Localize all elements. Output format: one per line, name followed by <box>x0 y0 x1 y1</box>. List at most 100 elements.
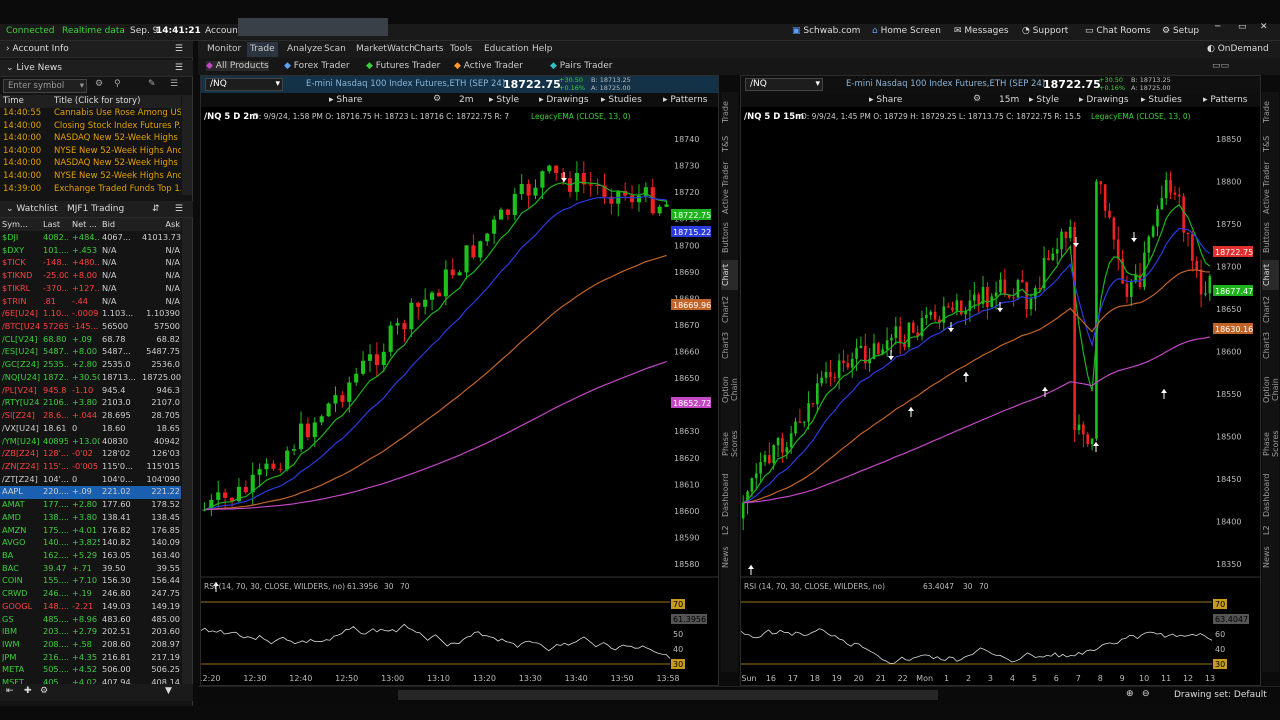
filter-icon[interactable]: ⚲ <box>114 79 121 89</box>
news-time-header[interactable]: Time <box>3 96 24 106</box>
menu-education[interactable]: Education <box>484 44 529 54</box>
patterns-button[interactable]: ▸ Patterns <box>1203 95 1247 105</box>
table-row[interactable]: /YM[U24] 40895 +13.00 40830 40942 <box>0 436 181 449</box>
submenu-item[interactable]: ◆ All Products <box>206 61 269 71</box>
menu-analyze[interactable]: Analyze <box>287 44 322 54</box>
zoom-in-icon[interactable]: ⊕ <box>1126 689 1134 699</box>
side-tab[interactable]: News <box>721 542 738 572</box>
table-row[interactable]: /BTC[U24] 57265 -145... 56500 57500 <box>0 321 181 334</box>
wl-col-header[interactable]: Bid <box>102 219 140 229</box>
side-tab[interactable]: Chart <box>1262 260 1279 290</box>
wl-col-header[interactable]: Sym... <box>2 219 40 229</box>
support-button[interactable]: ◔ Support <box>1022 26 1068 36</box>
table-row[interactable]: /ZN[Z24] 115'... -0'005 115'0... 115'015 <box>0 461 181 474</box>
news-title[interactable]: Closing Stock Index Futures P... <box>54 121 181 131</box>
wl-col-header[interactable]: Last <box>43 219 68 229</box>
price-chart[interactable]: /NQ 5 D 15mD: 9/9/24, 1:45 PM O: 18729 H… <box>741 107 1260 685</box>
pencil-icon[interactable]: ✎ <box>148 79 156 89</box>
horizontal-scrollbar[interactable] <box>398 690 938 700</box>
table-row[interactable]: /ZT[Z24] 104'... 0 104'0... 104'090 <box>0 474 181 487</box>
share-button[interactable]: ▸ Share <box>869 95 902 105</box>
sort-icon[interactable]: ⇵ <box>152 204 160 214</box>
ondemand-button[interactable]: ◐ OnDemand <box>1207 44 1269 54</box>
side-tab[interactable]: Chart2 <box>721 292 738 326</box>
table-row[interactable]: /CL[V24] 68.80 +.09 68.78 68.82 <box>0 334 181 347</box>
side-tab[interactable]: Phase Scores <box>721 418 739 470</box>
table-row[interactable]: /ZB[Z24] 128'... -0'02 128'02 126'03 <box>0 448 181 461</box>
settings-gear-icon[interactable]: ⚙ <box>433 94 441 104</box>
table-row[interactable]: $DJI 4082... +484...4067... 41013.73 <box>0 232 181 245</box>
submenu-item[interactable]: ◆ Futures Trader <box>366 61 440 71</box>
drawing-set-label[interactable]: Drawing set: Default <box>1174 690 1267 700</box>
side-tab[interactable]: Dashboard <box>721 472 738 518</box>
zoom-out-icon[interactable]: ⊖ <box>1142 689 1150 699</box>
patterns-button[interactable]: ▸ Patterns <box>663 95 707 105</box>
table-row[interactable]: /RTY[U24]2106... +3.80 2103.0 2107.0 <box>0 397 181 410</box>
news-title[interactable]: NYSE New 52-Week Highs And... <box>54 171 181 181</box>
collapse-icon[interactable]: ⇤ <box>6 686 14 696</box>
menu-tools[interactable]: Tools <box>450 44 472 54</box>
table-row[interactable]: IBM 203.... +2.79 202.51 203.60 <box>0 626 181 639</box>
news-row[interactable]: 14:39:00 Exchange Traded Funds Top 1... <box>0 184 181 197</box>
news-row[interactable]: 14:40:00 NASDAQ New 52-Week Highs ... <box>0 133 181 146</box>
side-tab[interactable]: Active Trader <box>721 160 738 216</box>
menu-icon[interactable]: ☰ <box>170 79 178 89</box>
news-title[interactable]: Exchange Traded Funds Top 1... <box>54 184 181 194</box>
table-row[interactable]: /NQ[U24]1872... +30.5018713... 18725.00 <box>0 372 181 385</box>
gear-icon[interactable]: ⚙ <box>95 79 103 89</box>
share-button[interactable]: ▸ Share <box>329 95 362 105</box>
menu-icon[interactable]: ☰ <box>175 44 183 54</box>
side-tab[interactable]: Option Chain <box>721 364 739 416</box>
menu-help[interactable]: Help <box>532 44 553 54</box>
wl-col-header[interactable]: Net ... <box>72 219 100 229</box>
side-tab[interactable]: Buttons <box>721 218 738 258</box>
menu-monitor[interactable]: Monitor <box>207 44 241 54</box>
schwab-link[interactable]: ▣ Schwab.com <box>792 26 860 36</box>
restore-icon[interactable]: ▭ <box>1238 22 1247 32</box>
account-field[interactable] <box>238 18 388 36</box>
chevron-down-icon[interactable]: ▼ <box>165 686 172 696</box>
table-row[interactable]: AMAT 177.... +2.80 177.60 178.52 <box>0 499 181 512</box>
side-tab[interactable]: Chart3 <box>721 328 738 362</box>
setup-button[interactable]: ⚙ Setup <box>1162 26 1199 36</box>
chart-panel[interactable]: /NQ ▾ E-mini Nasdaq 100 Index Futures,ETH … <box>740 75 1261 686</box>
table-row[interactable]: /VX[U24] 18.61 0 18.60 18.65 <box>0 423 181 436</box>
symbol-selector[interactable]: /NQ ▾ <box>745 78 823 91</box>
chart-panel[interactable]: /NQ ▾ E-mini Nasdaq 100 Index Futures,ETH … <box>200 75 719 686</box>
side-tab[interactable]: Option Chain <box>1262 364 1280 416</box>
table-row[interactable]: /PL[V24] 945.8 -1.10 945.4 946.3 <box>0 385 181 398</box>
table-row[interactable]: COIN 155.... +7.10 156.30 156.44 <box>0 575 181 588</box>
table-row[interactable]: AMZN 175.... +4.01 176.82 176.85 <box>0 525 181 538</box>
watchlist-name[interactable]: MJF1 Trading <box>67 204 124 214</box>
drawings-button[interactable]: ▸ Drawings <box>539 95 589 105</box>
news-row[interactable]: 14:40:55 Cannabis Use Rose Among US ... <box>0 108 181 121</box>
table-row[interactable]: AAPL 220.... +.09 221.02 221.22 <box>0 486 181 500</box>
wl-col-header[interactable]: Ask <box>142 219 180 229</box>
news-title[interactable]: NYSE New 52-Week Highs And... <box>54 146 181 156</box>
table-row[interactable]: JPM 216.... +4.35 216.81 217.19 <box>0 652 181 665</box>
menu-marketwatch[interactable]: MarketWatch <box>356 44 415 54</box>
price-chart[interactable]: /NQ 5 D 2mD: 9/9/24, 1:58 PM O: 18716.75… <box>201 107 718 685</box>
side-tab[interactable]: Chart3 <box>1262 328 1279 362</box>
menu-icon[interactable]: ☰ <box>175 63 183 73</box>
news-row[interactable]: 14:40:00 NYSE New 52-Week Highs And... <box>0 146 181 159</box>
table-row[interactable]: BA 162.... +5.29 163.05 163.40 <box>0 550 181 563</box>
account-info-header[interactable]: › Account Info ☰ <box>0 41 193 58</box>
news-row[interactable]: 14:40:00 NYSE New 52-Week Highs And... <box>0 171 181 184</box>
messages-button[interactable]: ✉ Messages <box>954 26 1009 36</box>
add-icon[interactable]: ✚ <box>24 686 32 696</box>
table-row[interactable]: /6E[U24] 1.10... -.0009 1.103... 1.10390 <box>0 308 181 321</box>
style-button[interactable]: ▸ Style <box>489 95 519 105</box>
chat-rooms-button[interactable]: ▭ Chat Rooms <box>1085 26 1151 36</box>
live-news-header[interactable]: ⌄ Live News ☰ <box>0 60 193 77</box>
table-row[interactable]: IWM 208.... +.58 208.60 208.97 <box>0 639 181 652</box>
news-scrollbar[interactable] <box>182 95 192 195</box>
table-row[interactable]: $DXY 101.... +.453 N/A N/A <box>0 245 181 258</box>
table-row[interactable]: AMD 138.... +3.80 138.41 138.45 <box>0 512 181 525</box>
side-tab[interactable]: Chart <box>721 260 738 290</box>
menu-trade[interactable]: Trade <box>247 42 278 57</box>
gear-icon[interactable]: ⚙ <box>40 686 48 696</box>
table-row[interactable]: GS 485.... +8.96 483.60 485.00 <box>0 614 181 627</box>
table-row[interactable]: AVGO 140.... +3.825 140.82 140.09 <box>0 537 181 550</box>
news-title[interactable]: NASDAQ New 52-Week Highs ... <box>54 158 181 168</box>
